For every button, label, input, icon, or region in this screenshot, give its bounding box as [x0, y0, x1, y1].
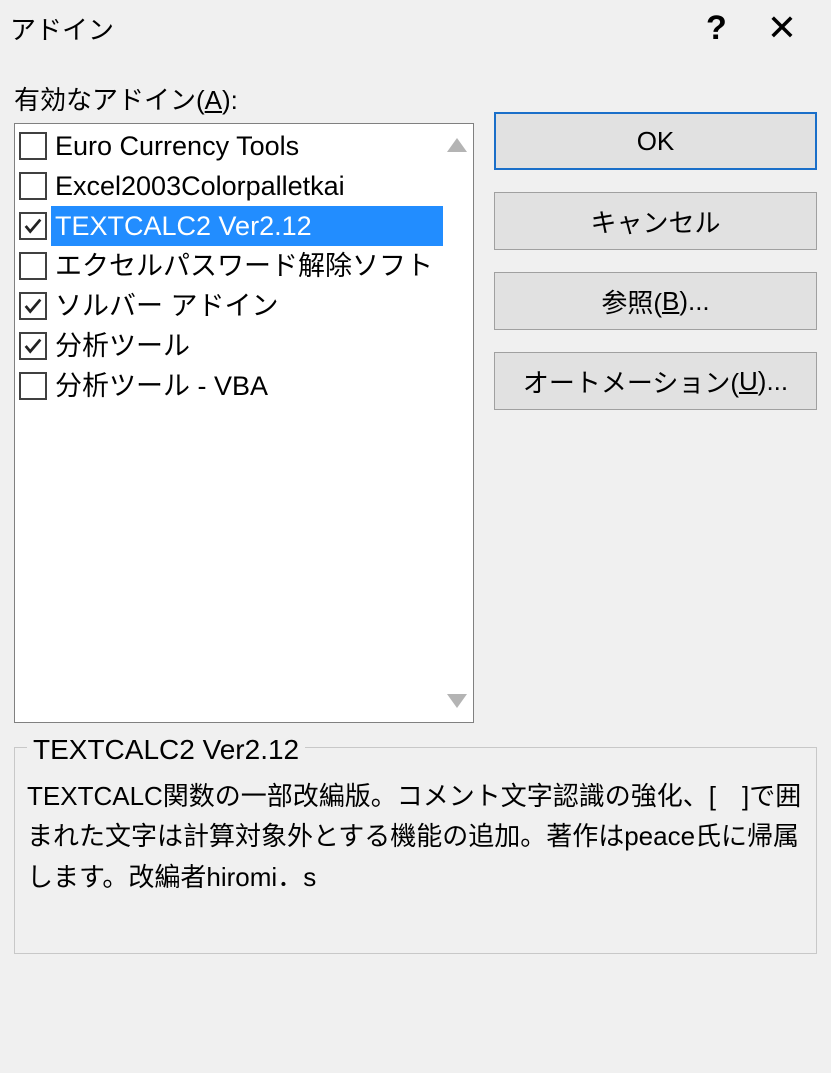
list-item[interactable]: Excel2003Colorpalletkai — [15, 166, 443, 206]
scrollbar[interactable] — [443, 126, 471, 720]
automation-button[interactable]: オートメーション(U)... — [494, 352, 817, 410]
scroll-down-icon[interactable] — [447, 694, 467, 708]
checkbox[interactable] — [19, 292, 47, 320]
list-item[interactable]: 分析ツール — [15, 326, 443, 366]
checkbox[interactable] — [19, 372, 47, 400]
list-item[interactable]: Euro Currency Tools — [15, 126, 443, 166]
list-item-label: TEXTCALC2 Ver2.12 — [51, 206, 443, 246]
checkbox[interactable] — [19, 212, 47, 240]
description-legend: TEXTCALC2 Ver2.12 — [27, 728, 305, 771]
help-icon[interactable]: ? — [706, 9, 727, 48]
title-bar: アドイン ? ✕ — [0, 0, 831, 56]
dialog-body: 有効なアドイン(A): Euro Currency ToolsExcel2003… — [0, 56, 831, 954]
list-item-label: Euro Currency Tools — [51, 126, 299, 166]
checkbox[interactable] — [19, 132, 47, 160]
checkbox[interactable] — [19, 252, 47, 280]
list-item[interactable]: 分析ツール - VBA — [15, 366, 443, 406]
list-item-label: 分析ツール - VBA — [51, 366, 268, 406]
checkbox[interactable] — [19, 332, 47, 360]
close-icon[interactable]: ✕ — [767, 7, 797, 49]
list-item-label: 分析ツール — [51, 326, 190, 366]
ok-button[interactable]: OK — [494, 112, 817, 170]
description-body: TEXTCALC関数の一部改編版。コメント文字認識の強化、[ ]で囲まれた文字は… — [27, 776, 804, 897]
browse-button[interactable]: 参照(B)... — [494, 272, 817, 330]
window-controls: ? ✕ — [706, 7, 797, 49]
checkbox[interactable] — [19, 172, 47, 200]
list-item[interactable]: エクセルパスワード解除ソフト — [15, 246, 443, 286]
list-item-label: ソルバー アドイン — [51, 286, 279, 326]
list-item[interactable]: TEXTCALC2 Ver2.12 — [15, 206, 443, 246]
available-addins-label: 有効なアドイン(A): — [14, 80, 474, 117]
addins-listbox[interactable]: Euro Currency ToolsExcel2003Colorpalletk… — [14, 123, 474, 723]
list-item-label: エクセルパスワード解除ソフト — [51, 246, 433, 286]
dialog-title: アドイン — [10, 10, 114, 47]
list-item[interactable]: ソルバー アドイン — [15, 286, 443, 326]
cancel-button[interactable]: キャンセル — [494, 192, 817, 250]
scroll-up-icon[interactable] — [447, 138, 467, 152]
description-group: TEXTCALC2 Ver2.12 TEXTCALC関数の一部改編版。コメント文… — [14, 747, 817, 954]
list-item-label: Excel2003Colorpalletkai — [51, 166, 345, 206]
